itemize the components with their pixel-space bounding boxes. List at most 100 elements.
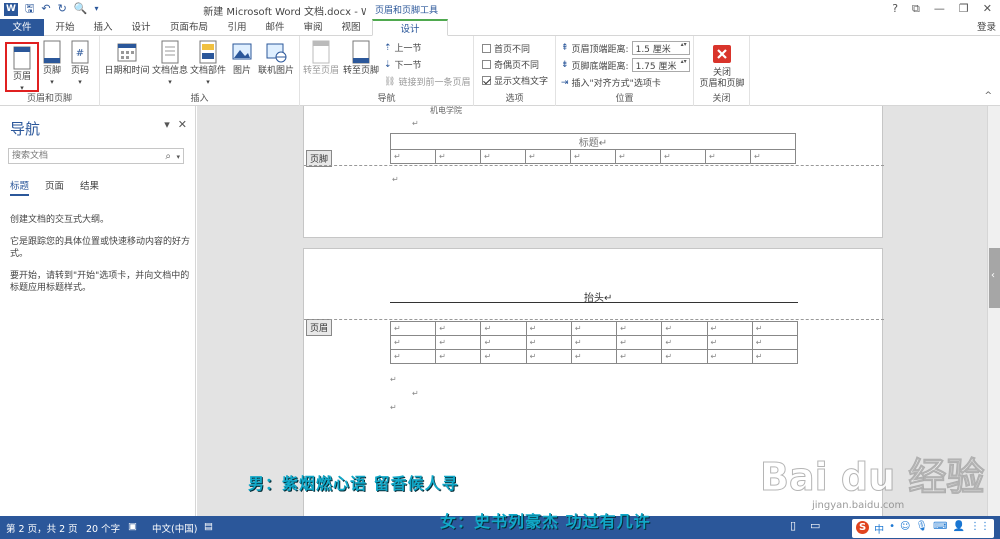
nav-tab-pages[interactable]: 页面: [45, 178, 64, 196]
header-distance-spinner[interactable]: 1.5 厘米: [631, 41, 690, 55]
table-cell[interactable]: ↵: [435, 321, 482, 336]
close-window-icon[interactable]: ✕: [983, 2, 992, 16]
tab-page-layout[interactable]: 页面布局: [164, 19, 214, 36]
table-cell[interactable]: ↵: [706, 335, 753, 350]
table-cell[interactable]: ↵: [660, 149, 706, 164]
minimize-icon[interactable]: —: [934, 2, 945, 16]
next-section-button[interactable]: ⇣ 下一节: [384, 58, 422, 72]
punctuation-icon[interactable]: •: [889, 521, 895, 536]
chevron-down-icon[interactable]: ▾: [164, 118, 170, 131]
table-cell[interactable]: ↵: [525, 335, 572, 350]
tab-view[interactable]: 视图: [334, 19, 368, 36]
login-link[interactable]: 登录: [977, 19, 996, 36]
table-cell[interactable]: ↵: [389, 321, 437, 336]
table-cell[interactable]: ↵: [480, 321, 527, 336]
page-number-button[interactable]: # 页码 ▾: [66, 40, 94, 88]
tab-review[interactable]: 审阅: [296, 19, 330, 36]
odd-even-different-checkbox[interactable]: 奇偶页不同: [482, 58, 539, 71]
table-cell[interactable]: ↵: [661, 349, 708, 364]
table-cell[interactable]: ↵: [435, 335, 482, 350]
goto-header-button[interactable]: 转至页眉: [302, 40, 340, 77]
help-icon[interactable]: ?: [892, 2, 898, 16]
table-cell[interactable]: ↵: [706, 321, 753, 336]
table-cell[interactable]: ↵: [480, 149, 526, 164]
nav-tab-headings[interactable]: 标题: [10, 178, 30, 196]
table-cell[interactable]: ↵: [616, 335, 663, 350]
table-cell[interactable]: ↵: [661, 335, 708, 350]
tab-insert[interactable]: 插入: [86, 19, 120, 36]
nav-search-input[interactable]: 搜索文档 ⌕ ▾: [8, 148, 184, 164]
ime-mode-text[interactable]: 中: [874, 521, 884, 536]
table-cell[interactable]: ↵: [706, 349, 753, 364]
status-words[interactable]: 20 个字: [86, 521, 120, 535]
header-button[interactable]: 页眉 ▾: [5, 42, 39, 92]
page-1[interactable]: 机电学院 ↵ 标题↵ ↵ ↵ ↵ ↵ ↵ ↵ ↵ ↵ ↵ 页脚 ↵: [303, 106, 884, 238]
tab-references[interactable]: 引用: [220, 19, 254, 36]
page2-table[interactable]: ↵ ↵ ↵ ↵ ↵ ↵ ↵ ↵ ↵ ↵ ↵ ↵ ↵ ↵ ↵ ↵ ↵ ↵ ↵ ↵ ↵ ↵ ↵ ↵ ↵ ↵ ↵: [389, 321, 799, 364]
macro-icon[interactable]: ▤: [204, 521, 213, 532]
table-cell[interactable]: ↵: [616, 321, 663, 336]
status-page[interactable]: 第 2 页，共 2 页: [6, 521, 78, 535]
table-cell[interactable]: ↵: [435, 149, 481, 164]
table-cell[interactable]: ↵: [751, 321, 799, 336]
chevron-down-icon[interactable]: ▾: [176, 150, 180, 164]
table-cell[interactable]: ↵: [615, 149, 661, 164]
keyboard-icon[interactable]: ⌨: [933, 521, 947, 536]
table-cell[interactable]: ↵: [661, 321, 708, 336]
tab-design[interactable]: 设计: [124, 19, 158, 36]
online-picture-button[interactable]: 联机图片: [256, 40, 296, 77]
nav-tab-results[interactable]: 结果: [80, 178, 99, 196]
table-cell[interactable]: ↵: [570, 335, 618, 350]
mic-icon[interactable]: 🎙: [915, 521, 928, 536]
close-icon[interactable]: ✕: [178, 118, 187, 131]
goto-footer-button[interactable]: 转至页脚: [342, 40, 380, 77]
table-cell[interactable]: ↵: [525, 349, 572, 364]
emoji-icon[interactable]: ☺: [900, 521, 910, 536]
grid-icon[interactable]: ⋮⋮: [970, 521, 990, 536]
picture-button[interactable]: 图片: [228, 40, 256, 77]
print-layout-icon[interactable]: ▭: [810, 519, 820, 532]
vertical-scrollbar[interactable]: ‹: [987, 106, 1000, 516]
tab-mailings[interactable]: 邮件: [258, 19, 292, 36]
sogou-ime-icon[interactable]: S: [856, 521, 870, 534]
read-mode-icon[interactable]: ▯: [790, 519, 796, 532]
restore-icon[interactable]: ❐: [959, 2, 969, 16]
table-cell[interactable]: ↵: [480, 349, 527, 364]
proofing-icon[interactable]: ▣: [128, 521, 137, 532]
search-icon[interactable]: ⌕: [165, 150, 171, 164]
status-language[interactable]: 中文(中国): [152, 521, 197, 535]
tab-header-footer-design[interactable]: 设计: [372, 19, 448, 36]
table-cell[interactable]: ↵: [705, 149, 751, 164]
table-cell[interactable]: ↵: [570, 149, 616, 164]
ribbon-display-icon[interactable]: ⧉: [912, 2, 920, 16]
close-header-footer-button[interactable]: 关闭 页眉和页脚: [696, 42, 748, 90]
table-cell[interactable]: ↵: [525, 149, 571, 164]
user-icon[interactable]: 👤: [953, 521, 965, 536]
tab-file[interactable]: 文件: [0, 19, 44, 36]
show-document-text-checkbox[interactable]: 显示文档文字: [482, 74, 548, 87]
table-cell[interactable]: ↵: [389, 335, 437, 350]
table-cell[interactable]: ↵: [435, 349, 482, 364]
link-previous-button[interactable]: ⛓ 链接到前一条页眉: [384, 75, 470, 89]
chevron-left-icon[interactable]: ‹: [991, 270, 995, 281]
table-cell[interactable]: ↵: [751, 335, 799, 350]
collapse-ribbon-icon[interactable]: ^: [984, 91, 992, 101]
table-cell[interactable]: ↵: [751, 349, 799, 364]
datetime-button[interactable]: 日期和时间: [102, 40, 152, 77]
first-page-different-checkbox[interactable]: 首页不同: [482, 42, 530, 55]
quickparts-button[interactable]: 文档部件 ▾: [188, 40, 228, 88]
table-cell[interactable]: ↵: [570, 349, 618, 364]
prev-section-button[interactable]: ⇡ 上一节: [384, 41, 422, 55]
table-cell[interactable]: ↵: [525, 321, 572, 336]
tab-home[interactable]: 开始: [48, 19, 82, 36]
table-cell[interactable]: ↵: [750, 149, 796, 164]
page1-table[interactable]: 标题↵ ↵ ↵ ↵ ↵ ↵ ↵ ↵ ↵ ↵: [390, 133, 796, 164]
footer-button[interactable]: 页脚 ▾: [38, 40, 66, 88]
table-cell[interactable]: ↵: [390, 149, 436, 164]
docinfo-button[interactable]: 文档信息 ▾: [150, 40, 190, 88]
table-cell[interactable]: ↵: [480, 335, 527, 350]
table-cell[interactable]: ↵: [570, 321, 618, 336]
table-cell[interactable]: ↵: [616, 349, 663, 364]
footer-distance-spinner[interactable]: 1.75 厘米: [631, 58, 690, 72]
table-cell[interactable]: ↵: [389, 349, 437, 364]
